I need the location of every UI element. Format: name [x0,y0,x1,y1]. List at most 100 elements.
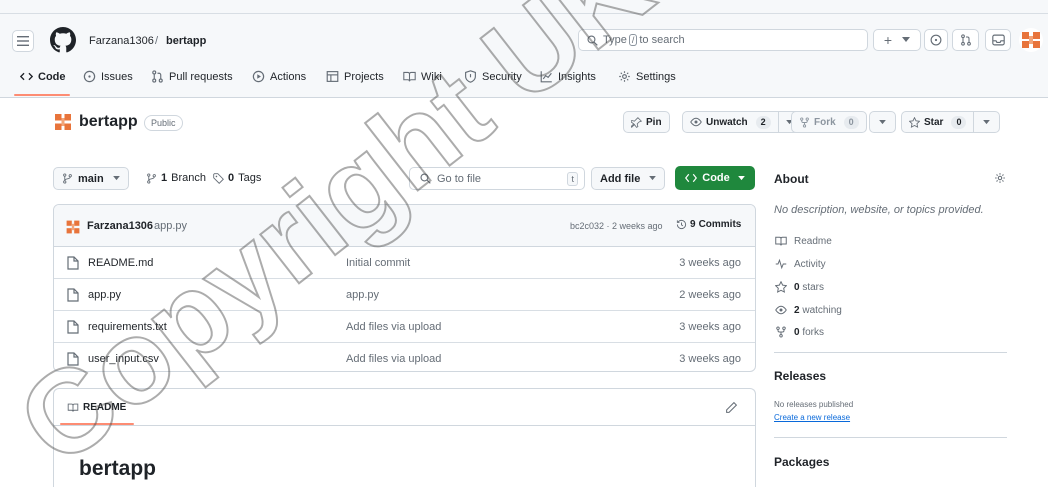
about-description: No description, website, or topics provi… [774,204,984,216]
readme-heading: bertapp [79,457,157,480]
file-icon [67,352,79,366]
file-icon [67,256,79,270]
file-commit-message[interactable]: Initial commit [346,257,410,269]
commit-author-avatar[interactable] [65,219,81,235]
pin-icon [631,116,642,128]
issues-button[interactable] [924,29,948,51]
commit-author[interactable]: Farzana1306 [87,220,153,232]
file-name[interactable]: app.py [88,289,121,301]
pin-button[interactable]: Pin [623,111,670,133]
tab-security[interactable]: Security [464,70,522,83]
pencil-icon[interactable] [725,401,738,414]
triangle-down-icon [649,176,657,181]
star-dropdown[interactable] [974,112,999,132]
git-branch-icon [63,173,72,184]
tab-insights[interactable]: Insights [540,70,596,83]
plus-icon: + [883,32,893,48]
gear-icon[interactable] [994,172,1006,184]
watching-count: 2 [794,304,800,316]
sidebar-watching-link[interactable]: 2 watching [775,304,842,316]
tab-projects[interactable]: Projects [326,70,384,83]
eye-icon [775,305,787,315]
create-release-link[interactable]: Create a new release [774,413,850,422]
sidebar-activity-link[interactable]: Activity [775,258,826,270]
commits-count: 9 [690,219,696,230]
code-dropdown-button[interactable]: Code [675,166,755,190]
table-row[interactable]: app.py app.py 2 weeks ago [54,279,755,311]
tab-settings[interactable]: Settings [618,70,676,83]
fork-button[interactable]: Fork 0 [791,111,867,133]
table-row[interactable]: user_input.csv Add files via upload 3 we… [54,343,755,371]
table-row[interactable]: README.md Initial commit 3 weeks ago [54,247,755,279]
about-title: About [774,172,809,186]
tags-link[interactable]: 0 Tags [213,172,261,184]
sidebar-item-label: Activity [794,258,826,270]
sidebar-forks-link[interactable]: 0 forks [775,326,824,338]
star-button[interactable]: Star 0 [901,111,1001,133]
tab-code[interactable]: Code [20,70,66,83]
github-logo-icon[interactable] [50,27,76,53]
packages-title[interactable]: Packages [774,455,829,469]
book-icon [67,403,79,412]
pull-requests-button[interactable] [952,29,979,51]
tab-label: Code [38,70,66,83]
file-commit-message[interactable]: Add files via upload [346,321,441,333]
search-prefix: Type [603,34,627,46]
readme-tab[interactable]: README [67,402,126,413]
file-commit-message[interactable]: app.py [346,289,379,301]
hamburger-icon [17,36,29,46]
inbox-icon [991,34,1005,46]
menu-button[interactable] [12,30,34,52]
sidebar-item-label: Readme [794,235,832,247]
go-to-file-placeholder: Go to file [437,172,482,185]
branches-count: 1 [161,172,168,184]
releases-title[interactable]: Releases [774,369,826,383]
file-list: Farzana1306 app.py bc2c032 · 2 weeks ago… [53,204,756,372]
go-to-file-input[interactable]: Go to file t [409,167,585,190]
file-name[interactable]: requirements.txt [88,321,167,333]
commits-history-link[interactable]: 9 Commits [676,219,741,230]
breadcrumb-owner[interactable]: Farzana1306 [89,35,154,47]
fork-count: 0 [843,115,859,129]
tab-issues[interactable]: Issues [83,70,133,83]
readme-tab-label: README [83,402,127,413]
create-new-button[interactable]: + [873,29,921,51]
tags-label: Tags [238,172,262,184]
branches-link[interactable]: 1 Branch [146,172,206,184]
sidebar-item-label: forks [802,326,825,338]
repo-title[interactable]: bertapp [79,113,138,131]
inbox-button[interactable] [985,29,1011,51]
search-shortcut-key: / [628,34,638,46]
tab-wiki[interactable]: Wiki [403,70,442,83]
tab-label: Issues [101,70,133,83]
sidebar-divider [774,352,1007,353]
file-updated: 3 weeks ago [679,257,741,269]
tab-pull-requests[interactable]: Pull requests [151,70,233,83]
branch-selector[interactable]: main [53,167,129,190]
file-commit-message[interactable]: Add files via upload [346,353,441,365]
watch-label: Unwatch [706,116,748,128]
file-icon [67,320,79,334]
tab-actions[interactable]: Actions [252,70,306,83]
sidebar-readme-link[interactable]: Readme [775,235,832,247]
file-name[interactable]: user_input.csv [88,353,159,365]
breadcrumb-repo[interactable]: bertapp [166,35,206,47]
global-search-input[interactable]: Type / to search [578,29,868,51]
watch-count: 2 [755,115,771,129]
table-icon [326,71,339,82]
fork-dropdown[interactable] [869,111,896,133]
table-row[interactable]: requirements.txt Add files via upload 3 … [54,311,755,343]
file-name[interactable]: README.md [88,257,153,269]
user-avatar[interactable] [1019,28,1043,52]
commit-message[interactable]: app.py [154,220,187,232]
sidebar-stars-link[interactable]: 0 stars [775,281,824,293]
commit-meta[interactable]: bc2c032 · 2 weeks ago [570,221,663,231]
tab-label: Pull requests [169,70,233,83]
book-icon [775,236,787,246]
watch-button[interactable]: Unwatch 2 [682,111,801,133]
latest-commit-bar: Farzana1306 app.py bc2c032 · 2 weeks ago… [54,205,755,247]
repo-owner-avatar[interactable] [53,112,73,132]
tab-label: Security [482,70,522,83]
pull-request-icon [152,70,163,83]
add-file-button[interactable]: Add file [591,167,666,190]
